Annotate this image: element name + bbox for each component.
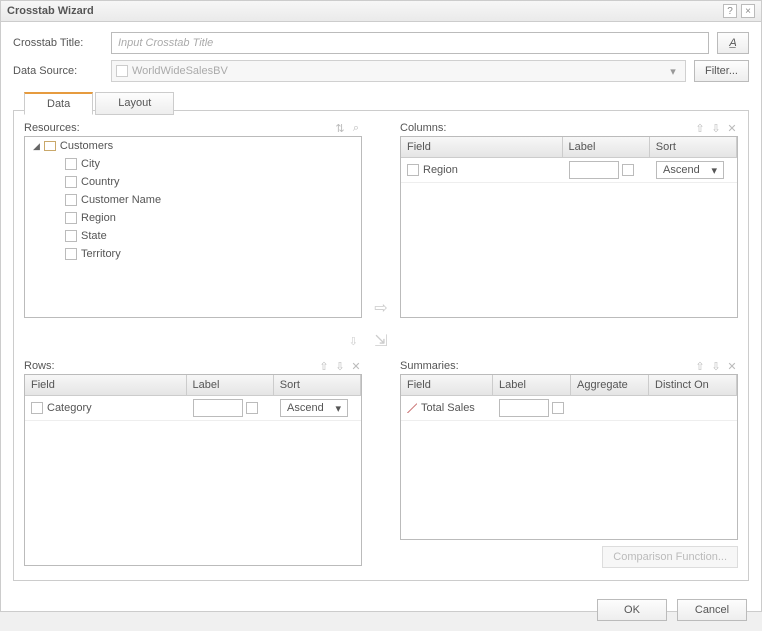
tab-layout[interactable]: Layout: [95, 92, 174, 115]
font-button[interactable]: A̲: [717, 32, 749, 54]
col-field-header: Field: [401, 137, 563, 157]
data-source-value: WorldWideSalesBV: [132, 65, 661, 77]
measure-icon: [407, 403, 417, 413]
sum-label-header: Label: [493, 375, 571, 395]
tree-item[interactable]: Customer Name: [25, 191, 361, 209]
collapse-icon[interactable]: ◢: [33, 141, 40, 152]
columns-label: Columns:: [400, 122, 446, 134]
row-label-header: Label: [187, 375, 274, 395]
close-icon[interactable]: ×: [741, 4, 755, 18]
label-input[interactable]: [499, 399, 549, 417]
data-source-label: Data Source:: [13, 65, 103, 77]
field-icon: [65, 248, 77, 260]
rows-grid[interactable]: Field Label Sort Category Ascend▾: [24, 374, 362, 566]
checkbox[interactable]: [622, 164, 634, 176]
ok-button[interactable]: OK: [597, 599, 667, 621]
move-diag-icon[interactable]: ⇲: [366, 326, 396, 356]
move-up-icon[interactable]: ⇧: [318, 360, 330, 372]
sum-distinct-header: Distinct On: [649, 375, 737, 395]
search-icon[interactable]: ⌕: [350, 122, 362, 134]
move-right-icon[interactable]: ⇨: [366, 122, 396, 322]
label-input[interactable]: [193, 399, 243, 417]
rows-label: Rows:: [24, 360, 55, 372]
remove-icon[interactable]: ✕: [726, 122, 738, 134]
summaries-label: Summaries:: [400, 360, 459, 372]
move-down-icon[interactable]: ⇩: [349, 335, 358, 348]
tree-item[interactable]: Territory: [25, 245, 361, 263]
sort-select[interactable]: Ascend▾: [280, 399, 348, 417]
move-down-icon[interactable]: ⇩: [710, 360, 722, 372]
tree-item[interactable]: State: [25, 227, 361, 245]
col-sort-header: Sort: [650, 137, 737, 157]
tab-data[interactable]: Data: [24, 92, 93, 115]
title-bar: Crosstab Wizard ? ×: [1, 1, 761, 22]
resources-label: Resources:: [24, 122, 80, 134]
row-sort-header: Sort: [274, 375, 361, 395]
cube-icon: [116, 65, 128, 77]
tree-item[interactable]: City: [25, 155, 361, 173]
summaries-row[interactable]: Total Sales: [401, 396, 737, 421]
move-up-icon[interactable]: ⇧: [694, 122, 706, 134]
move-up-icon[interactable]: ⇧: [694, 360, 706, 372]
remove-icon[interactable]: ✕: [350, 360, 362, 372]
sort-select[interactable]: Ascend▾: [656, 161, 724, 179]
folder-icon: [44, 141, 56, 151]
crosstab-wizard-dialog: Crosstab Wizard ? × Crosstab Title: A̲ D…: [0, 0, 762, 612]
field-icon: [65, 212, 77, 224]
field-icon: [65, 176, 77, 188]
chevron-down-icon: ▾: [665, 65, 681, 78]
crosstab-title-label: Crosstab Title:: [13, 37, 103, 49]
columns-grid[interactable]: Field Label Sort Region Ascend▾: [400, 136, 738, 318]
move-down-icon[interactable]: ⇩: [334, 360, 346, 372]
resources-tree[interactable]: ◢ Customers City Country Customer Name R…: [24, 136, 362, 318]
window-title: Crosstab Wizard: [7, 5, 94, 17]
cancel-button[interactable]: Cancel: [677, 599, 747, 621]
row-field-header: Field: [25, 375, 187, 395]
sort-icon[interactable]: ⇅: [334, 122, 346, 134]
sum-agg-header: Aggregate: [571, 375, 649, 395]
tree-item[interactable]: Region: [25, 209, 361, 227]
label-input[interactable]: [569, 161, 619, 179]
field-icon: [65, 194, 77, 206]
col-label-header: Label: [563, 137, 650, 157]
help-icon[interactable]: ?: [723, 4, 737, 18]
field-icon: [31, 402, 43, 414]
summaries-grid[interactable]: Field Label Aggregate Distinct On Total …: [400, 374, 738, 540]
checkbox[interactable]: [246, 402, 258, 414]
tree-root-customers[interactable]: ◢ Customers: [25, 137, 361, 155]
comparison-function-button[interactable]: Comparison Function...: [602, 546, 738, 568]
field-icon: [407, 164, 419, 176]
filter-button[interactable]: Filter...: [694, 60, 749, 82]
move-down-icon[interactable]: ⇩: [710, 122, 722, 134]
crosstab-title-input[interactable]: [111, 32, 709, 54]
rows-row[interactable]: Category Ascend▾: [25, 396, 361, 421]
field-icon: [65, 158, 77, 170]
field-icon: [65, 230, 77, 242]
tree-item[interactable]: Country: [25, 173, 361, 191]
checkbox[interactable]: [552, 402, 564, 414]
data-source-select[interactable]: WorldWideSalesBV ▾: [111, 60, 686, 82]
remove-icon[interactable]: ✕: [726, 360, 738, 372]
sum-field-header: Field: [401, 375, 493, 395]
columns-row[interactable]: Region Ascend▾: [401, 158, 737, 183]
